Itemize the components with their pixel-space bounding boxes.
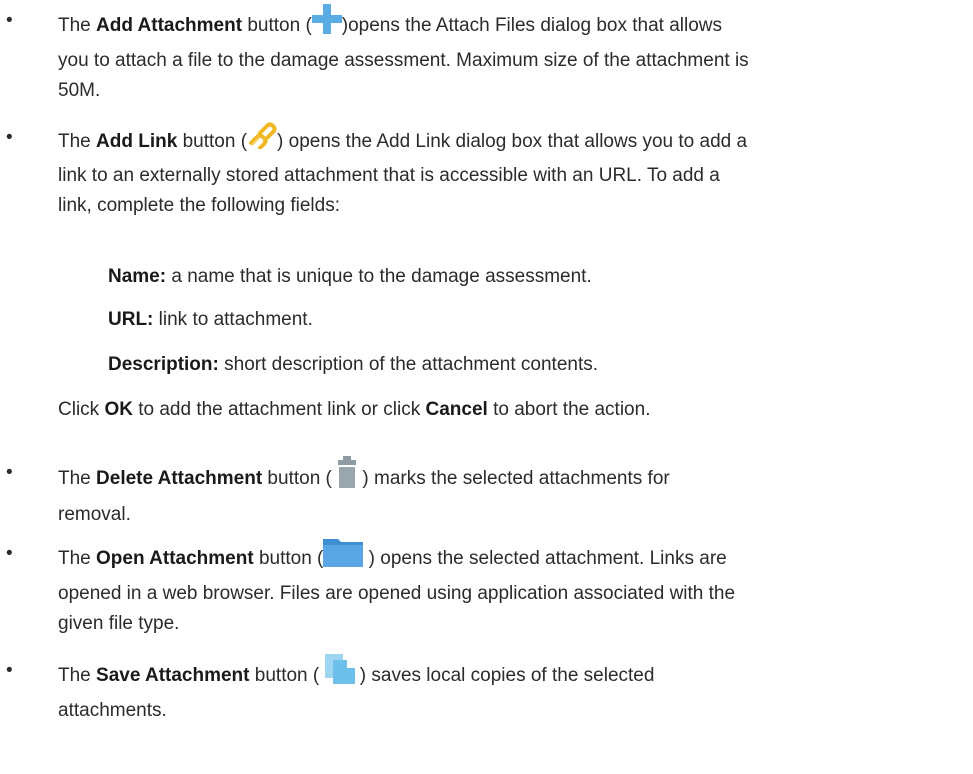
item-line: The Delete Attachment button ( ) marks t… [58, 456, 960, 500]
click-instruction: Click OK to add the attachment link or c… [58, 399, 651, 420]
bullet: • [6, 462, 13, 483]
term-ok: OK [104, 399, 133, 420]
bullet: • [6, 543, 13, 564]
item-line: The Add Link button () opens the Add Lin… [58, 121, 960, 161]
term-delete-attachment: Delete Attachment [96, 468, 263, 490]
term-save-attachment: Save Attachment [96, 665, 250, 687]
term-cancel: Cancel [425, 399, 488, 420]
term-add-attachment: Add Attachment [96, 15, 243, 37]
item-line: you to attach a file to the damage asses… [58, 50, 749, 71]
plus-icon [311, 4, 342, 44]
item-line: 50M. [58, 80, 101, 101]
item-line: link to an externally stored attachment … [58, 165, 720, 186]
field-name: Name: a name that is unique to the damag… [108, 266, 592, 287]
item-line: attachments. [58, 700, 167, 721]
link-icon [247, 121, 277, 159]
item-line: The Open Attachment button ( ) opens the… [58, 539, 960, 579]
folder-icon [323, 537, 364, 577]
bullet: • [6, 10, 13, 31]
term-add-link: Add Link [96, 131, 178, 153]
item-line: link, complete the following fields: [58, 195, 340, 216]
item-line: removal. [58, 504, 131, 525]
help-page: • The Add Attachment button ()opens the … [0, 0, 973, 774]
item-line: The Add Attachment button ()opens the At… [58, 4, 960, 46]
trash-icon [337, 456, 357, 498]
item-line: opened in a web browser. Files are opene… [58, 583, 736, 604]
field-url: URL: link to attachment. [108, 309, 313, 330]
bullet: • [6, 660, 13, 681]
item-line: The Save Attachment button ( ) saves loc… [58, 654, 960, 696]
copy-icon [324, 654, 355, 694]
field-description: Description: short description of the at… [108, 354, 599, 375]
bullet: • [6, 127, 13, 148]
term-open-attachment: Open Attachment [96, 548, 254, 570]
item-line: given file type. [58, 613, 180, 634]
